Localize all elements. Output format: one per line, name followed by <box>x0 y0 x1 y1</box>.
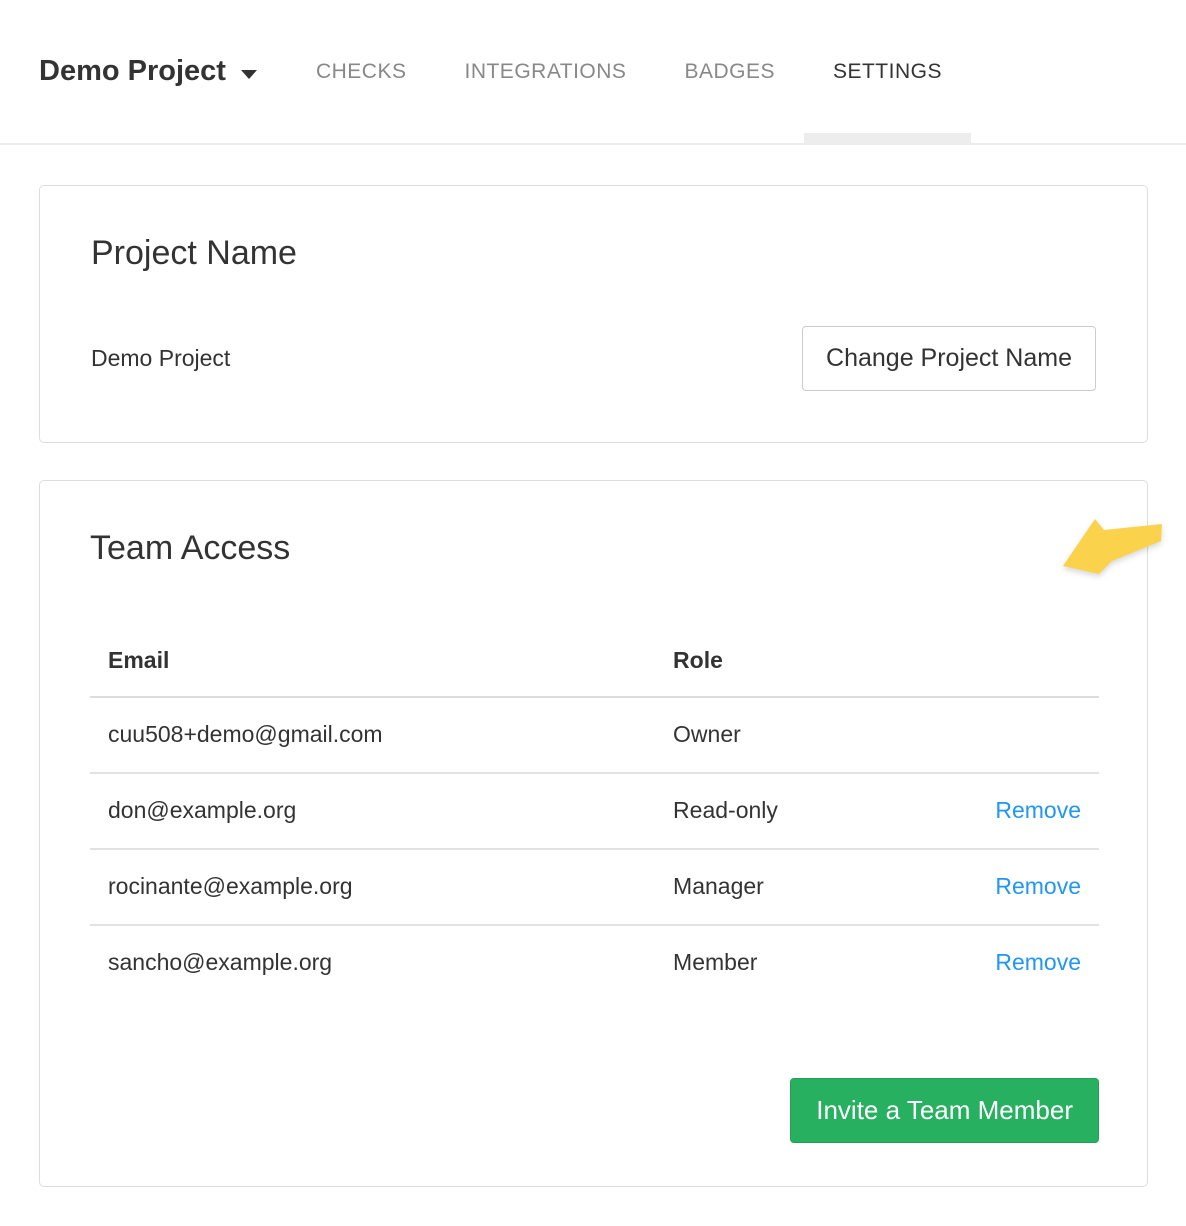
member-action-cell: Remove <box>917 849 1099 925</box>
member-role: Manager <box>655 849 917 925</box>
remove-member-link[interactable]: Remove <box>995 949 1081 975</box>
member-email: don@example.org <box>90 773 655 849</box>
team-card-footer: Invite a Team Member <box>90 1078 1099 1143</box>
tab-integrations[interactable]: INTEGRATIONS <box>435 0 655 143</box>
table-row: cuu508+demo@gmail.com Owner <box>90 697 1099 773</box>
tab-checks[interactable]: CHECKS <box>287 0 436 143</box>
project-selector[interactable]: Demo Project <box>39 0 257 143</box>
remove-member-link[interactable]: Remove <box>995 873 1081 899</box>
tab-badges[interactable]: BADGES <box>655 0 804 143</box>
invite-team-member-button[interactable]: Invite a Team Member <box>790 1078 1099 1143</box>
member-email: rocinante@example.org <box>90 849 655 925</box>
top-nav: Demo Project CHECKS INTEGRATIONS BADGES … <box>0 0 1186 145</box>
member-action-cell: Remove <box>917 773 1099 849</box>
role-column-header: Role <box>655 621 917 697</box>
member-role: Owner <box>655 697 917 773</box>
member-action-cell <box>917 697 1099 773</box>
team-members-table: Email Role cuu508+demo@gmail.com Owner d… <box>90 621 1099 1000</box>
tab-settings[interactable]: SETTINGS <box>804 0 971 143</box>
member-role: Read-only <box>655 773 917 849</box>
table-row: sancho@example.org Member Remove <box>90 925 1099 1000</box>
project-selector-label: Demo Project <box>39 55 226 88</box>
member-role: Member <box>655 925 917 1000</box>
project-name-card: Project Name Demo Project Change Project… <box>39 185 1148 443</box>
member-email: sancho@example.org <box>90 925 655 1000</box>
caret-down-icon <box>241 70 257 79</box>
email-column-header: Email <box>90 621 655 697</box>
member-email: cuu508+demo@gmail.com <box>90 697 655 773</box>
team-access-card: Team Access Email Role cuu508+demo@gmail… <box>39 480 1148 1187</box>
table-row: don@example.org Read-only Remove <box>90 773 1099 849</box>
project-name-row: Demo Project Change Project Name <box>91 326 1096 391</box>
nav-tabs: CHECKS INTEGRATIONS BADGES SETTINGS <box>287 0 971 143</box>
table-row: rocinante@example.org Manager Remove <box>90 849 1099 925</box>
team-access-card-title: Team Access <box>90 528 1099 569</box>
current-project-name: Demo Project <box>91 345 230 372</box>
remove-member-link[interactable]: Remove <box>995 797 1081 823</box>
project-name-card-title: Project Name <box>91 233 1096 274</box>
action-column-header <box>917 621 1099 697</box>
table-header-row: Email Role <box>90 621 1099 697</box>
change-project-name-button[interactable]: Change Project Name <box>802 326 1096 391</box>
member-action-cell: Remove <box>917 925 1099 1000</box>
settings-page: Project Name Demo Project Change Project… <box>0 145 1186 1187</box>
